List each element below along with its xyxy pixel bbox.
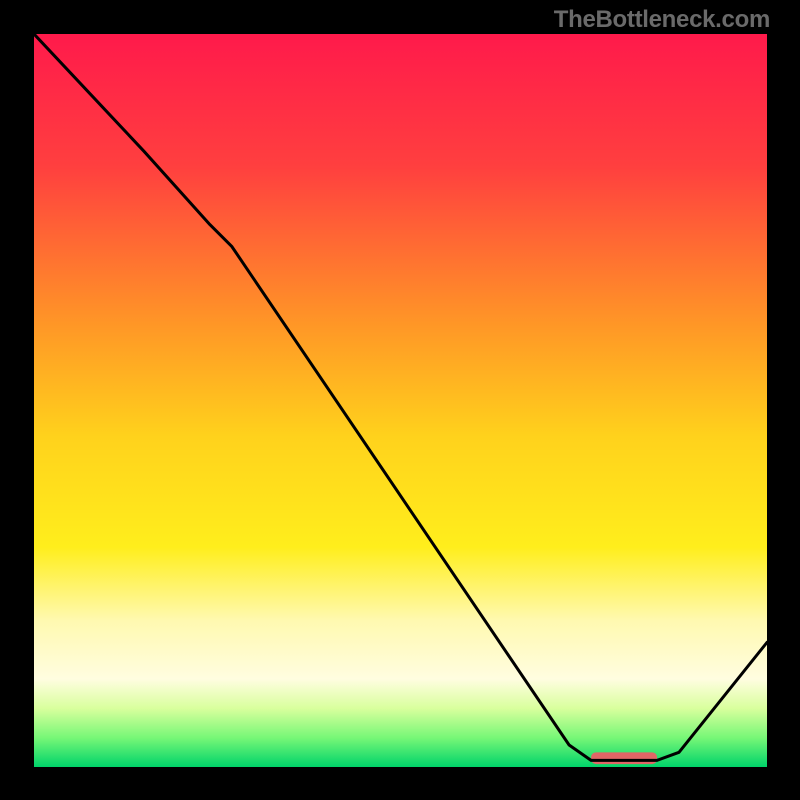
watermark-text: TheBottleneck.com	[554, 6, 770, 34]
chart-svg	[34, 34, 767, 767]
optimum-marker	[591, 752, 657, 764]
gradient-background	[34, 34, 767, 767]
plot-area	[34, 34, 767, 767]
chart-frame: TheBottleneck.com	[0, 0, 800, 800]
